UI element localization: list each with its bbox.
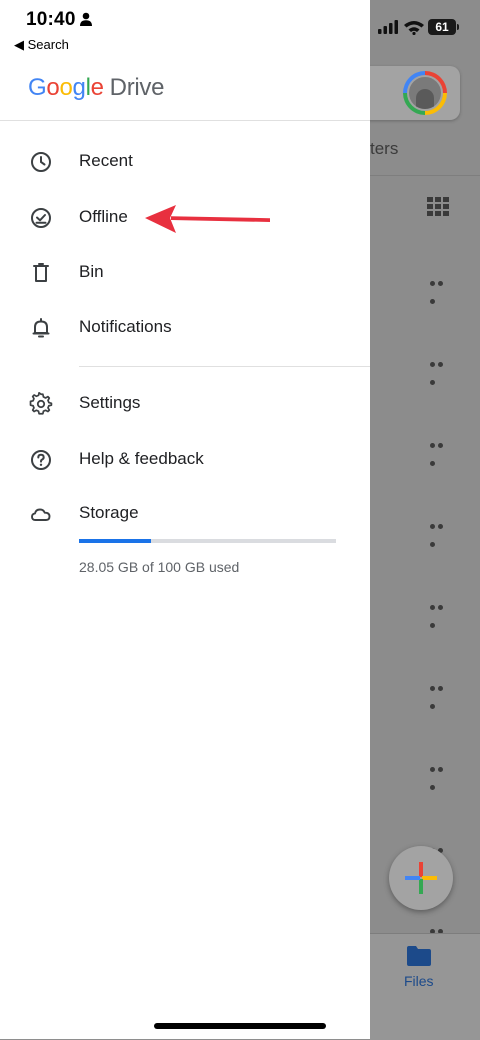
- more-options-icon[interactable]: [430, 921, 452, 952]
- storage-progress-fill: [79, 539, 152, 543]
- new-button[interactable]: [389, 846, 453, 910]
- files-tab-label[interactable]: Files: [404, 973, 434, 989]
- nav-item-storage[interactable]: Storage: [0, 488, 370, 540]
- status-time: 10:40: [26, 9, 76, 30]
- account-avatar[interactable]: [403, 71, 447, 115]
- grid-view-icon[interactable]: [427, 197, 449, 216]
- help-icon: [31, 450, 51, 470]
- gear-icon: [29, 392, 53, 415]
- offline-check-icon: [31, 208, 51, 228]
- annotation-arrow: [145, 205, 270, 233]
- navigation-drawer: 10:40 ◀ Search Google Drive Recent Offlin…: [0, 0, 370, 1039]
- more-options-icon[interactable]: [430, 597, 452, 628]
- signal-wifi-icons: [378, 20, 424, 35]
- nav-item-notifications[interactable]: Notifications: [0, 302, 370, 354]
- nav-item-label: Notifications: [79, 317, 172, 336]
- nav-item-bin[interactable]: Bin: [0, 247, 370, 299]
- nav-item-settings[interactable]: Settings: [0, 378, 370, 430]
- more-options-icon[interactable]: [430, 516, 452, 547]
- storage-usage-text: 28.05 GB of 100 GB used: [79, 559, 240, 575]
- tab-label-fragment[interactable]: ters: [370, 139, 398, 159]
- battery-indicator: 61: [428, 19, 456, 35]
- home-indicator: [154, 1023, 326, 1029]
- back-to-search-link[interactable]: ◀ Search: [14, 37, 69, 53]
- nav-item-label: Bin: [79, 262, 104, 281]
- nav-item-label: Offline: [79, 207, 128, 226]
- more-options-icon[interactable]: [430, 678, 452, 709]
- cloud-icon: [31, 508, 51, 521]
- more-options-icon[interactable]: [430, 354, 452, 385]
- bell-icon: [32, 318, 50, 338]
- more-options-icon[interactable]: [430, 435, 452, 466]
- more-options-icon[interactable]: [430, 759, 452, 790]
- nav-item-help-feedback[interactable]: Help & feedback: [0, 434, 370, 486]
- more-options-icon[interactable]: [430, 273, 452, 304]
- nav-item-label: Help & feedback: [79, 449, 204, 468]
- nav-item-label: Settings: [79, 393, 141, 412]
- folder-icon[interactable]: [406, 945, 432, 967]
- person-icon: [80, 12, 92, 26]
- nav-item-recent[interactable]: Recent: [0, 136, 370, 188]
- section-divider: [79, 366, 370, 367]
- storage-progress-bar: [79, 539, 336, 543]
- trash-icon: [33, 263, 49, 282]
- clock-icon: [31, 152, 51, 172]
- nav-item-label: Recent: [79, 151, 133, 170]
- tab-divider: [370, 175, 480, 176]
- google-drive-logo: Google Drive: [28, 74, 165, 101]
- plus-icon: [405, 862, 437, 894]
- nav-item-label: Storage: [79, 503, 139, 522]
- header-divider: [0, 120, 370, 121]
- battery-tip: [457, 24, 459, 30]
